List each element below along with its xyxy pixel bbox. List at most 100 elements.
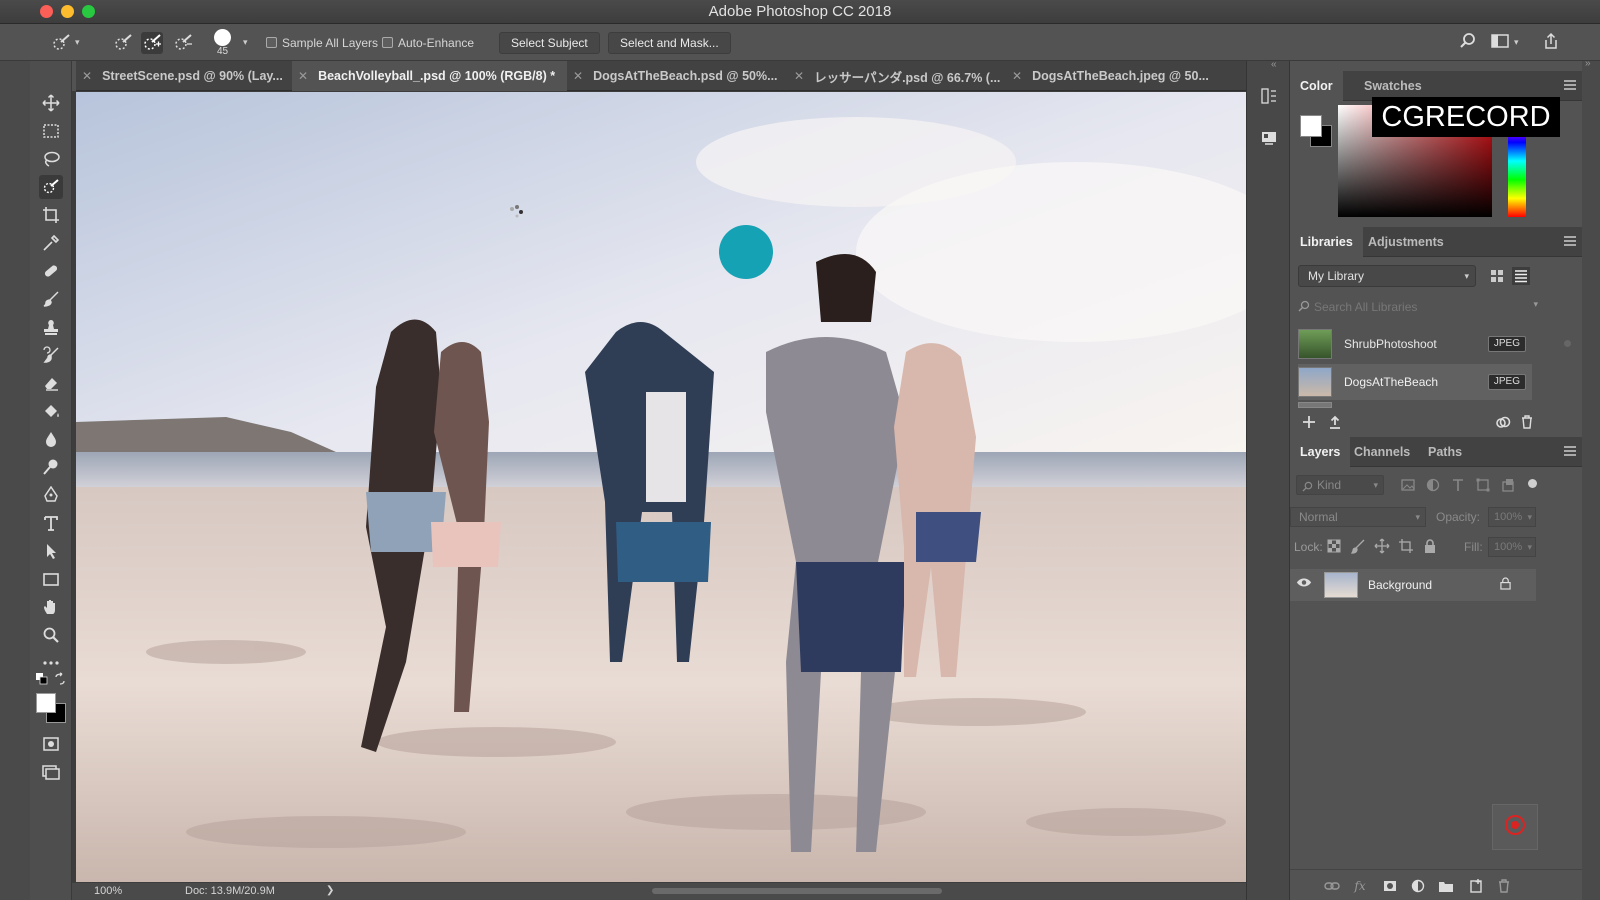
filter-adjustment-icon[interactable] bbox=[1425, 477, 1441, 493]
expand-panels-icon[interactable]: » bbox=[1585, 58, 1591, 69]
lock-all-icon[interactable] bbox=[1422, 538, 1438, 554]
new-layer-icon[interactable] bbox=[1468, 878, 1484, 894]
grid-view-icon[interactable] bbox=[1488, 267, 1506, 285]
tab-adjustments[interactable]: Adjustments bbox=[1358, 227, 1454, 257]
screen-mode-icon[interactable] bbox=[39, 760, 63, 784]
horizontal-scrollbar[interactable] bbox=[652, 888, 942, 894]
close-tab-icon[interactable]: ✕ bbox=[794, 69, 804, 83]
tab-channels[interactable]: Channels bbox=[1344, 437, 1420, 467]
filter-pixel-icon[interactable] bbox=[1400, 477, 1416, 493]
creative-cloud-icon[interactable] bbox=[1494, 413, 1512, 431]
rectangle-tool[interactable] bbox=[39, 567, 63, 591]
library-select[interactable]: My Library ▾ bbox=[1298, 265, 1476, 287]
new-selection-mode[interactable] bbox=[112, 24, 134, 61]
layer-row[interactable]: Background bbox=[1290, 569, 1536, 601]
crop-tool[interactable] bbox=[39, 203, 63, 227]
tab-layers[interactable]: Layers bbox=[1290, 437, 1351, 467]
close-tab-icon[interactable]: ✕ bbox=[82, 69, 92, 83]
doc-tab-active[interactable]: ✕ BeachVolleyball_.psd @ 100% (RGB/8) * bbox=[292, 61, 567, 91]
tool-preset-picker[interactable]: ▾ bbox=[50, 24, 80, 61]
trash-icon[interactable] bbox=[1518, 413, 1536, 431]
upload-icon[interactable] bbox=[1326, 413, 1344, 431]
right-panel-scrollbar[interactable]: » bbox=[1582, 58, 1600, 900]
workspace-switcher[interactable]: ▾ bbox=[1491, 24, 1519, 61]
filter-shape-icon[interactable] bbox=[1475, 477, 1491, 493]
minimize-window-button[interactable] bbox=[61, 5, 74, 18]
close-tab-icon[interactable]: ✕ bbox=[298, 69, 308, 83]
paint-bucket-tool[interactable] bbox=[39, 399, 63, 423]
panel-menu-icon[interactable] bbox=[1564, 236, 1576, 246]
marquee-tool[interactable] bbox=[39, 119, 63, 143]
zoom-window-button[interactable] bbox=[82, 5, 95, 18]
lock-image-pixels-icon[interactable] bbox=[1350, 538, 1366, 554]
history-panel-button[interactable] bbox=[1258, 85, 1280, 107]
auto-enhance-checkbox[interactable]: Auto-Enhance bbox=[382, 24, 474, 61]
collapse-arrows-icon[interactable]: « bbox=[1271, 59, 1277, 70]
hand-tool[interactable] bbox=[39, 595, 63, 619]
filter-type-icon[interactable] bbox=[1450, 477, 1466, 493]
list-view-icon[interactable] bbox=[1512, 267, 1530, 285]
panel-menu-icon[interactable] bbox=[1564, 80, 1576, 90]
select-subject-button[interactable]: Select Subject bbox=[499, 31, 600, 54]
brush-picker-dropdown[interactable]: ▾ bbox=[243, 24, 248, 61]
blend-mode-select[interactable]: Normal ▾ bbox=[1290, 507, 1426, 527]
blur-tool[interactable] bbox=[39, 427, 63, 451]
brush-picker[interactable]: 45 bbox=[214, 24, 231, 61]
tab-libraries[interactable]: Libraries bbox=[1290, 227, 1363, 257]
healing-brush-tool[interactable] bbox=[39, 259, 63, 283]
lasso-tool[interactable] bbox=[39, 147, 63, 171]
select-and-mask-button[interactable]: Select and Mask... bbox=[608, 31, 731, 54]
fx-icon[interactable]: fx bbox=[1352, 878, 1368, 894]
properties-panel-button[interactable] bbox=[1258, 127, 1280, 149]
new-group-icon[interactable] bbox=[1438, 878, 1454, 894]
eyedropper-tool[interactable] bbox=[39, 231, 63, 255]
brush-tool[interactable] bbox=[39, 287, 63, 311]
subtract-from-selection-mode[interactable] bbox=[172, 24, 194, 61]
library-search[interactable]: Search All Libraries ▾ bbox=[1298, 297, 1538, 317]
add-to-selection-mode[interactable] bbox=[141, 24, 163, 61]
layer-name[interactable]: Background bbox=[1368, 578, 1432, 592]
layer-filter-kind[interactable]: Kind ▾ bbox=[1296, 475, 1384, 495]
color-fg-swatch[interactable] bbox=[1300, 115, 1322, 137]
lock-artboard-icon[interactable] bbox=[1398, 538, 1414, 554]
close-tab-icon[interactable]: ✕ bbox=[1012, 69, 1022, 83]
lock-position-icon[interactable] bbox=[1374, 538, 1390, 554]
type-tool[interactable] bbox=[39, 511, 63, 535]
opacity-field[interactable]: 100% ▾ bbox=[1488, 507, 1536, 527]
lock-transparent-pixels-icon[interactable] bbox=[1326, 538, 1342, 554]
move-tool[interactable] bbox=[39, 91, 63, 115]
add-library-item-icon[interactable] bbox=[1300, 413, 1318, 431]
foreground-color-swatch[interactable] bbox=[36, 693, 56, 713]
zoom-level[interactable]: 100% bbox=[94, 885, 122, 897]
tab-paths[interactable]: Paths bbox=[1418, 437, 1472, 467]
swap-colors-icon[interactable] bbox=[54, 672, 66, 685]
filter-smart-object-icon[interactable] bbox=[1500, 477, 1516, 493]
clone-stamp-tool[interactable] bbox=[39, 315, 63, 339]
panel-menu-icon[interactable] bbox=[1564, 446, 1576, 456]
fill-field[interactable]: 100% ▾ bbox=[1488, 537, 1536, 557]
quick-mask-mode[interactable] bbox=[39, 732, 63, 756]
quick-selection-tool[interactable] bbox=[39, 175, 63, 199]
delete-layer-icon[interactable] bbox=[1496, 878, 1512, 894]
doc-tab[interactable]: ✕ DogsAtTheBeach.jpeg @ 50... bbox=[1012, 61, 1242, 91]
library-item[interactable]: DogsAtTheBeach JPEG bbox=[1298, 364, 1532, 400]
library-item[interactable]: ShrubPhotoshoot JPEG bbox=[1298, 326, 1532, 362]
pen-tool[interactable] bbox=[39, 483, 63, 507]
doc-tab[interactable]: ✕ レッサーパンダ.psd @ 66.7% (... bbox=[794, 61, 1006, 91]
eraser-tool[interactable] bbox=[39, 371, 63, 395]
sample-all-layers-checkbox[interactable]: Sample All Layers bbox=[266, 24, 378, 61]
close-window-button[interactable] bbox=[40, 5, 53, 18]
default-colors-icon[interactable] bbox=[36, 673, 48, 685]
link-layers-icon[interactable] bbox=[1324, 878, 1340, 894]
search-button[interactable] bbox=[1459, 24, 1477, 61]
zoom-tool[interactable] bbox=[39, 623, 63, 647]
doc-tab[interactable]: ✕ StreetScene.psd @ 90% (Lay... bbox=[82, 61, 292, 91]
doc-tab[interactable]: ✕ DogsAtTheBeach.psd @ 50%... bbox=[573, 61, 788, 91]
visibility-eye-icon[interactable] bbox=[1296, 577, 1312, 591]
close-tab-icon[interactable]: ✕ bbox=[573, 69, 583, 83]
history-brush-tool[interactable] bbox=[39, 343, 63, 367]
tab-color[interactable]: Color bbox=[1290, 71, 1343, 101]
dodge-tool[interactable] bbox=[39, 455, 63, 479]
new-adjustment-layer-icon[interactable] bbox=[1410, 878, 1426, 894]
path-selection-tool[interactable] bbox=[39, 539, 63, 563]
